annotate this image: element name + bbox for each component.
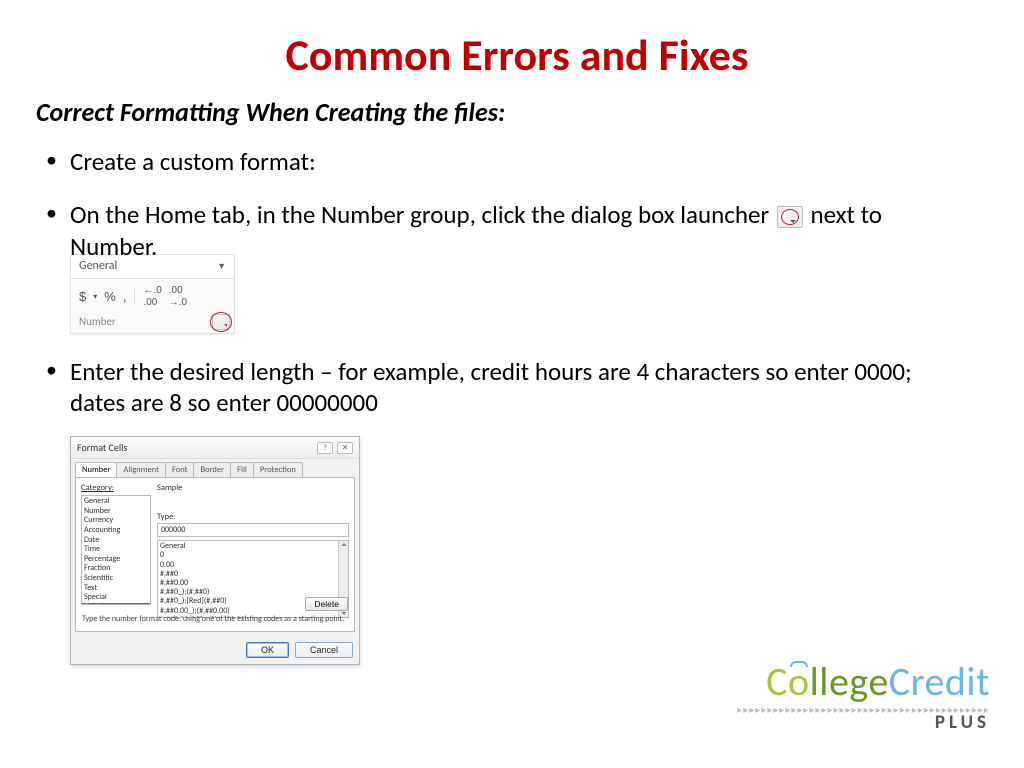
tab-alignment[interactable]: Alignment — [116, 462, 166, 477]
separator — [134, 289, 135, 305]
logo-text: Credit — [889, 657, 990, 706]
currency-button[interactable]: $ — [79, 289, 86, 305]
dialog-launcher-icon — [777, 206, 803, 228]
tab-protection[interactable]: Protection — [253, 462, 303, 477]
bullet-2-text-a: On the Home tab, in the Number group, cl… — [70, 199, 775, 230]
sample-box — [157, 494, 349, 508]
logo-text: C — [766, 657, 788, 706]
format-cells-dialog: Format Cells ? ✕ Number Alignment Font B… — [70, 436, 360, 665]
decrease-decimal-button[interactable]: .00→.0 — [169, 285, 187, 310]
chevron-down-icon: ▾ — [93, 292, 97, 302]
tab-font[interactable]: Font — [165, 462, 195, 477]
type-input[interactable]: 000000 — [157, 523, 349, 537]
percent-button[interactable]: % — [104, 289, 116, 305]
type-label: Type: — [157, 512, 349, 522]
bullet-2: On the Home tab, in the Number group, cl… — [70, 199, 964, 334]
list-item-selected[interactable]: Custom — [82, 603, 150, 605]
college-credit-plus-logo: CollegeCredit ▸▸▸▸▸▸▸▸▸▸▸▸▸▸▸▸▸▸▸▸▸▸▸▸▸▸… — [737, 657, 990, 734]
tab-number[interactable]: Number — [75, 462, 117, 477]
tab-fill[interactable]: Fill — [230, 462, 254, 477]
number-format-value: General — [79, 259, 117, 274]
list-item[interactable]: General — [160, 542, 346, 551]
list-item[interactable]: 0.00 — [160, 561, 346, 570]
dialog-hint: Type the number format code, using one o… — [82, 612, 348, 628]
ribbon-number-group: General ▼ $ ▾ % , ←.0.00 .00→.0 Number — [70, 254, 235, 334]
dialog-title: Format Cells — [77, 441, 127, 454]
sample-label: Sample — [157, 483, 349, 493]
ok-button[interactable]: OK — [246, 642, 289, 658]
slide-title: Common Errors and Fixes — [70, 28, 964, 82]
category-label: Category: — [81, 483, 151, 493]
cancel-button[interactable]: Cancel — [295, 642, 353, 658]
tab-border[interactable]: Border — [193, 462, 231, 477]
category-listbox[interactable]: General Number Currency Accounting Date … — [81, 495, 151, 605]
grad-cap-icon — [790, 661, 808, 667]
increase-decimal-button[interactable]: ←.0.00 — [143, 285, 161, 310]
comma-button[interactable]: , — [123, 289, 127, 305]
chevron-down-icon: ▼ — [217, 261, 226, 272]
dialog-launcher-button[interactable] — [212, 314, 230, 330]
help-icon[interactable]: ? — [317, 442, 333, 454]
ribbon-group-label: Number — [79, 315, 116, 329]
bullet-3: Enter the desired length – for example, … — [70, 356, 964, 419]
slide-subhead: Correct Formatting When Creating the fil… — [36, 96, 964, 128]
logo-text: llege — [810, 657, 889, 706]
delete-button[interactable]: Delete — [305, 597, 348, 611]
list-item[interactable]: 0 — [160, 551, 346, 560]
bullet-1: Create a custom format: — [70, 146, 964, 177]
dialog-tabs: Number Alignment Font Border Fill Protec… — [71, 459, 359, 477]
close-icon[interactable]: ✕ — [337, 442, 353, 454]
